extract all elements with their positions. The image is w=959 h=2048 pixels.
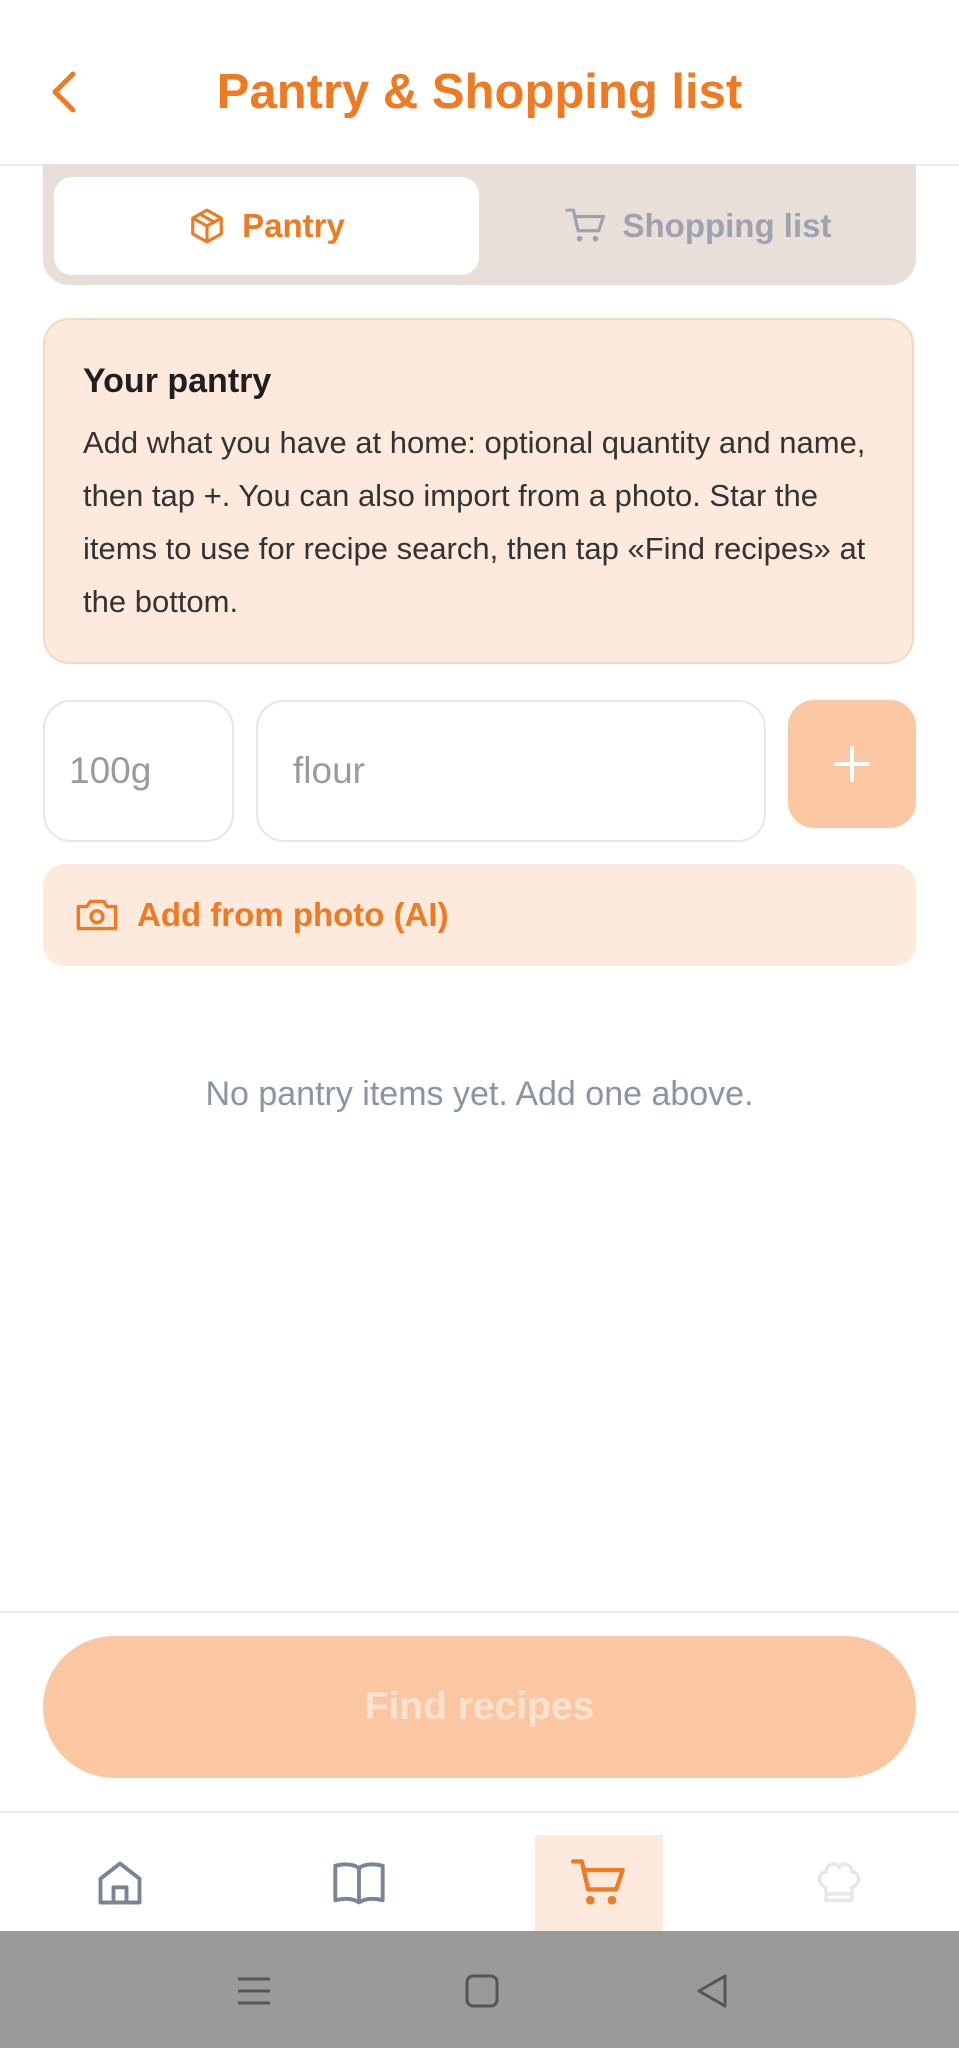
chef-hat-icon (817, 1862, 861, 1903)
tab-shopping-list[interactable]: Shopping list (489, 177, 907, 275)
tab-pantry-label: Pantry (242, 207, 345, 244)
system-navigation-bar (0, 1931, 959, 2048)
app-header: Pantry & Shopping list (0, 0, 959, 166)
page-title: Pantry & Shopping list (216, 65, 743, 119)
cart-icon (564, 208, 605, 242)
home-system-button[interactable] (452, 1961, 512, 2021)
home-icon (98, 1861, 142, 1905)
info-title: Your pantry (83, 362, 272, 400)
empty-state-text: No pantry items yet. Add one above. (205, 1075, 754, 1113)
find-recipes-button[interactable]: Find recipes (43, 1636, 916, 1778)
tab-switcher: Pantry Shopping list (43, 164, 916, 285)
recent-apps-button[interactable] (224, 1961, 284, 2021)
pantry-info-card: Your pantry Add what you have at home: o… (43, 318, 914, 664)
footer-divider (0, 1611, 959, 1613)
quantity-input[interactable] (43, 700, 234, 842)
box-icon (191, 208, 223, 244)
book-icon (333, 1862, 385, 1905)
tab-shopping-list-label: Shopping list (622, 207, 832, 244)
cart-icon (571, 1859, 625, 1905)
back-system-button[interactable] (682, 1961, 742, 2021)
menu-icon (238, 1977, 270, 2005)
bottom-navigation (0, 1813, 959, 1931)
camera-icon (76, 899, 118, 931)
add-item-button[interactable] (788, 700, 916, 828)
plus-icon (834, 746, 870, 782)
square-icon (465, 1974, 499, 2008)
add-from-photo-label: Add from photo (AI) (137, 896, 449, 933)
nav-chef[interactable] (775, 1835, 903, 1931)
nav-recipes[interactable] (295, 1835, 423, 1931)
tab-pantry[interactable]: Pantry (54, 177, 479, 275)
nav-home[interactable] (56, 1835, 184, 1931)
add-from-photo-button[interactable]: Add from photo (AI) (43, 864, 916, 966)
info-body: Add what you have at home: optional quan… (83, 425, 866, 619)
item-name-input[interactable] (256, 700, 766, 842)
triangle-back-icon (697, 1974, 727, 2008)
nav-pantry[interactable] (535, 1835, 663, 1931)
